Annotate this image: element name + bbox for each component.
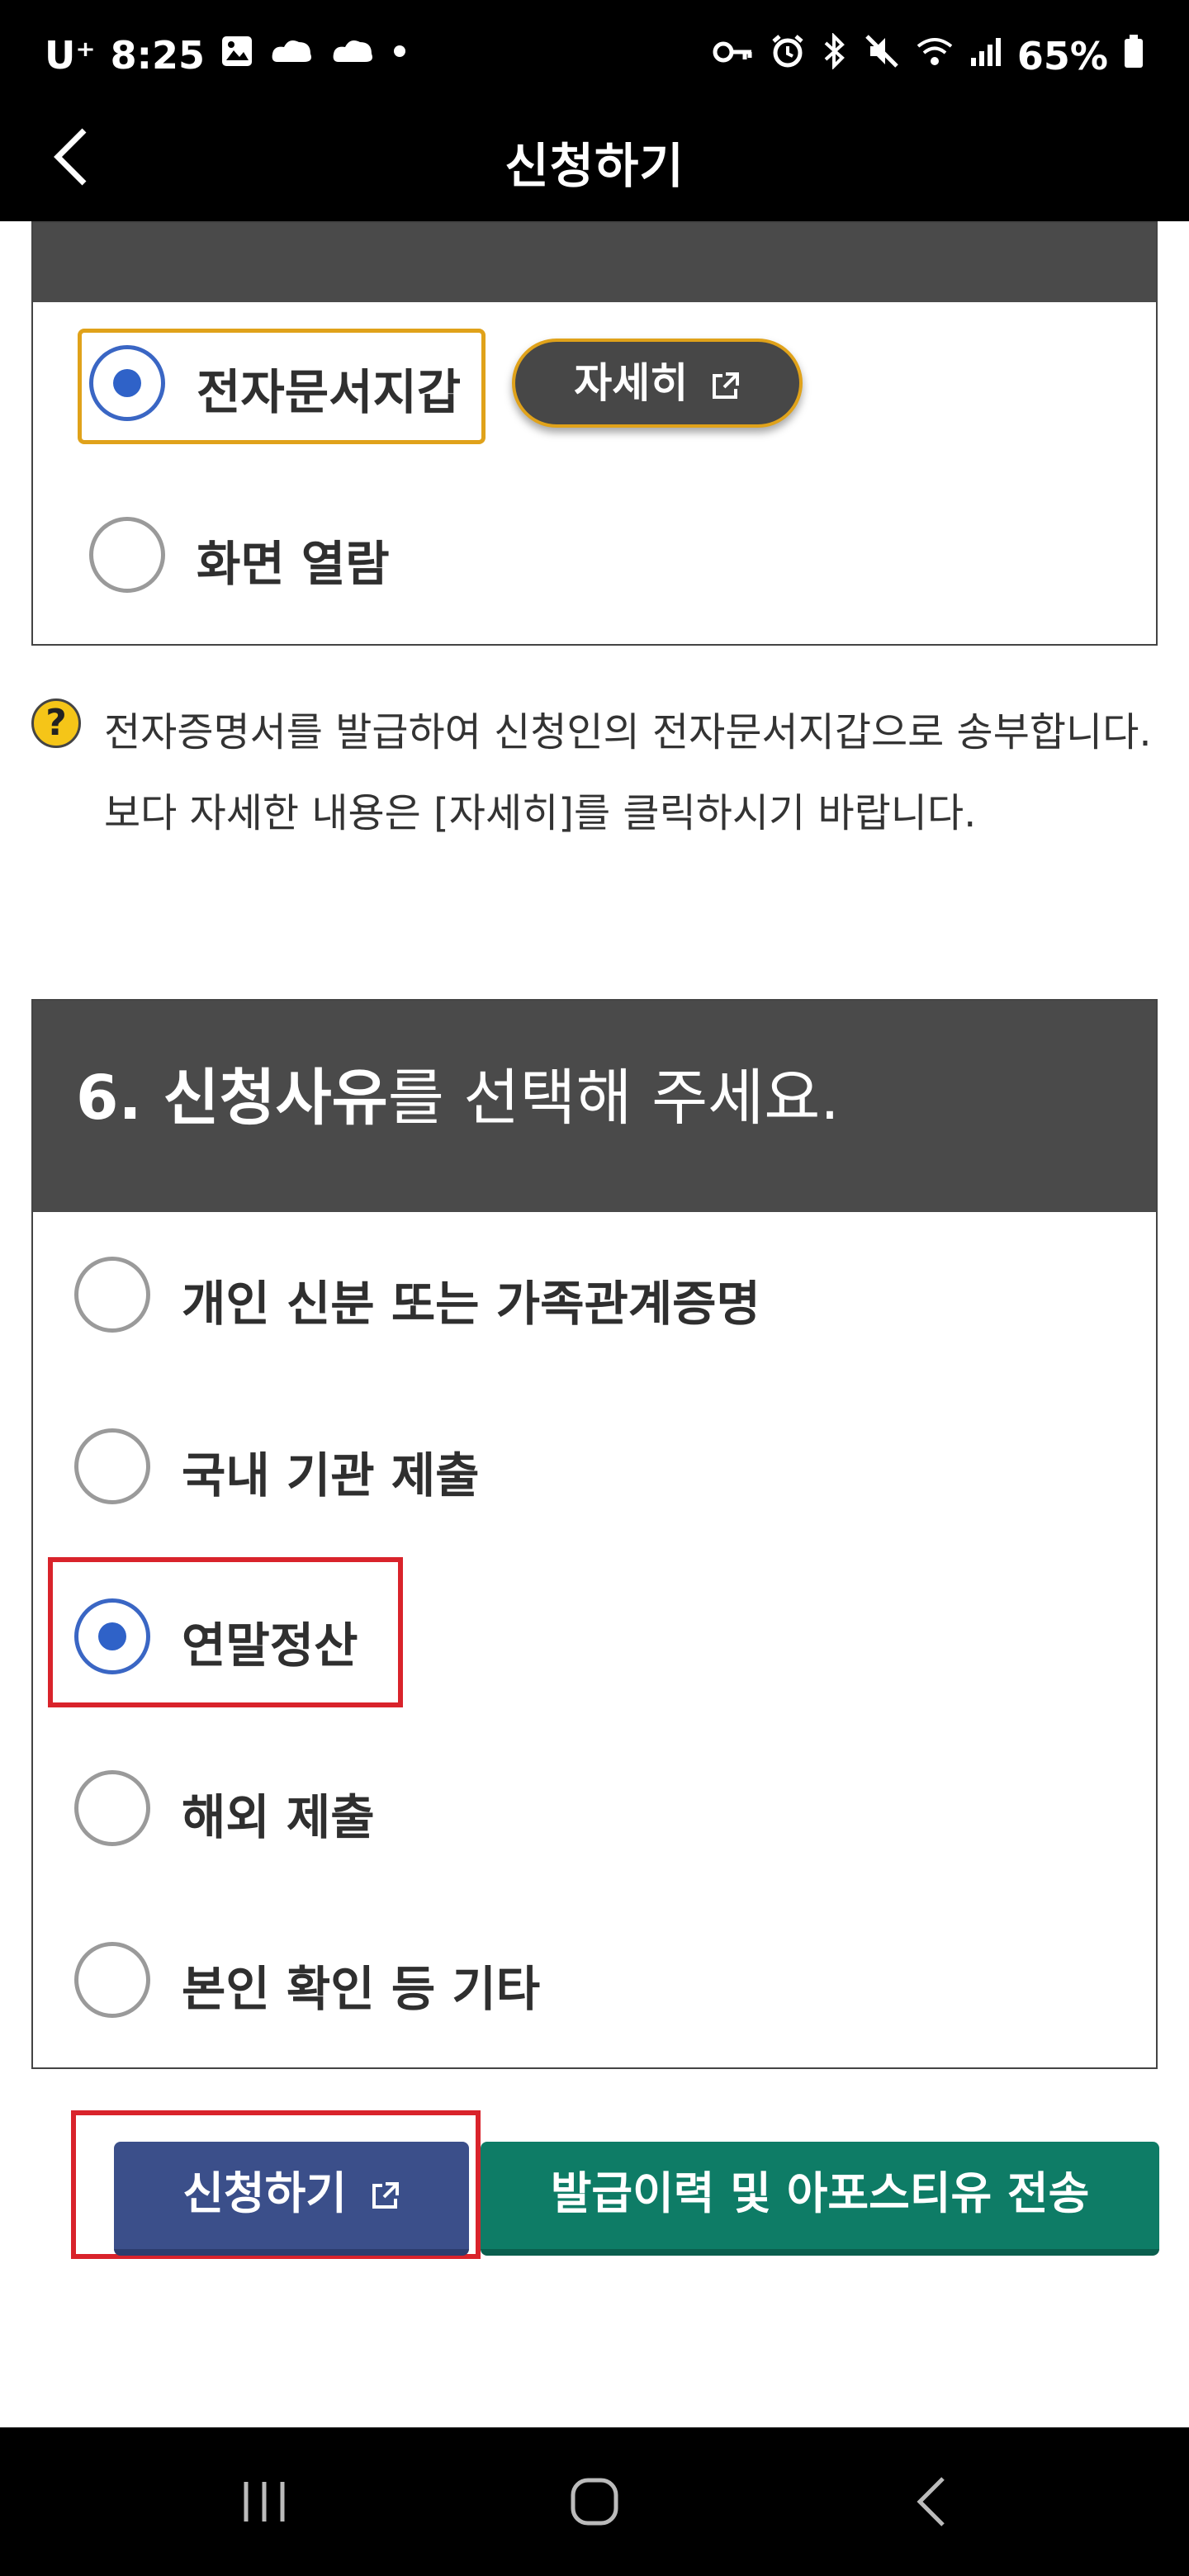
option-label-screen-view[interactable]: 화면 열람 <box>197 525 390 594</box>
radio-domestic-submission[interactable] <box>74 1428 150 1504</box>
back-icon <box>917 2477 945 2526</box>
radio-year-end-settlement[interactable] <box>74 1598 150 1674</box>
reason-section-card <box>31 999 1158 2069</box>
recent-apps-icon <box>244 2482 285 2522</box>
cloud-icon <box>330 33 377 78</box>
home-icon <box>571 2478 618 2526</box>
radio-other-identity-check[interactable] <box>74 1942 150 2018</box>
mute-icon <box>864 33 900 78</box>
section-title: 6. 신청사유를 선택해 주세요. <box>76 1049 840 1137</box>
radio-dot <box>98 1622 126 1650</box>
section-title-rest: 를 선택해 주세요. <box>387 1063 840 1134</box>
recent-apps-button[interactable] <box>231 2469 297 2535</box>
delivery-card-header <box>33 223 1156 302</box>
back-button[interactable] <box>46 124 96 190</box>
section-number: 6. <box>76 1063 163 1134</box>
radio-overseas-submission[interactable] <box>74 1770 150 1846</box>
gallery-icon <box>220 33 254 78</box>
battery-level: 65% <box>1016 33 1108 78</box>
external-link-icon <box>712 372 739 399</box>
status-bar: U⁺ 8:25 65% <box>0 0 1189 111</box>
section-title-bold: 신청사유 <box>163 1063 388 1134</box>
back-nav-button[interactable] <box>900 2469 966 2535</box>
apply-button[interactable]: 신청하기 <box>114 2142 469 2256</box>
radio-personal-identity[interactable] <box>74 1257 150 1333</box>
history-button-label: 발급이력 및 아포스티유 전송 <box>550 2167 1090 2219</box>
option-label-other-identity-check[interactable]: 본인 확인 등 기타 <box>182 1950 540 2020</box>
wifi-icon <box>915 33 955 78</box>
radio-electronic-wallet[interactable] <box>89 345 165 421</box>
carrier-label: U⁺ <box>45 33 96 78</box>
help-icon: ? <box>31 698 81 748</box>
detail-button[interactable]: 자세히 <box>512 339 803 428</box>
cloud-icon <box>269 33 315 78</box>
detail-button-label: 자세히 <box>574 359 689 407</box>
bluetooth-icon <box>821 32 849 78</box>
radio-screen-view[interactable] <box>89 517 165 593</box>
clock: 8:25 <box>110 33 206 78</box>
apply-button-label: 신청하기 <box>182 2167 347 2219</box>
option-label-year-end-settlement[interactable]: 연말정산 <box>182 1607 358 1676</box>
help-text: 전자증명서를 발급하여 신청인의 전자문서지갑으로 송부합니다. 보다 자세한 … <box>104 709 1152 836</box>
page-title: 신청하기 <box>504 138 685 194</box>
external-link-icon <box>372 2182 399 2209</box>
option-label-overseas-submission[interactable]: 해외 제출 <box>182 1778 375 1848</box>
system-nav-bar <box>0 2427 1189 2576</box>
key-icon <box>712 34 755 78</box>
battery-icon <box>1123 33 1144 78</box>
signal-icon <box>969 33 1002 78</box>
home-button[interactable] <box>561 2469 628 2535</box>
option-label-domestic-submission[interactable]: 국내 기관 제출 <box>182 1437 480 1506</box>
issuance-history-button[interactable]: 발급이력 및 아포스티유 전송 <box>481 2142 1159 2256</box>
option-label-electronic-wallet[interactable]: 전자문서지갑 <box>197 353 461 423</box>
chevron-left-icon <box>54 128 87 186</box>
radio-dot <box>113 369 141 397</box>
option-label-personal-identity[interactable]: 개인 신분 또는 가족관계증명 <box>182 1265 760 1334</box>
app-bar: 신청하기 <box>0 111 1189 221</box>
notification-dot-icon <box>391 33 408 78</box>
alarm-icon <box>770 33 806 78</box>
